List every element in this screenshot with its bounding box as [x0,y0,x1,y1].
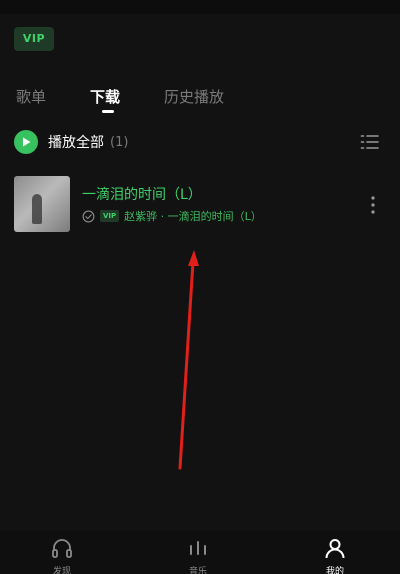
nav-discover-label: 发现 [52,567,71,574]
tab-history[interactable]: 历史播放 [164,86,224,107]
cover-figure [32,194,42,224]
status-bar [0,0,400,14]
song-row[interactable]: 一滴泪的时间（L） VIP 赵紫骅 · 一滴泪的时间（L） [0,170,400,236]
nav-discover[interactable]: 发现 [32,530,92,574]
nav-music-label: 音乐 [188,567,207,574]
play-all-button[interactable]: 播放全部 (1) [14,129,128,155]
song-vip-tag: VIP [100,210,120,222]
tab-active-indicator [102,110,114,113]
song-meta: VIP 赵紫骅 · 一滴泪的时间（L） [82,208,262,224]
album-cover [14,176,70,232]
tab-playlists[interactable]: 歌单 [16,86,46,107]
more-options-icon[interactable] [368,194,378,216]
downloaded-check-icon [82,210,95,222]
song-title: 一滴泪的时间（L） [82,187,202,203]
play-all-label: 播放全部 [48,135,104,151]
nav-mine[interactable]: 我的 [305,530,365,574]
bottom-nav: 发现 音乐 我的 [0,530,400,574]
nav-mine-label: 我的 [325,567,344,574]
vip-badge[interactable]: VIP [14,27,54,51]
play-icon [14,130,38,154]
song-artist-album: 赵紫骅 · 一滴泪的时间（L） [124,210,262,223]
screen: VIP 歌单 下载 历史播放 播放全部 (1) 一滴泪的时间（L） VIP 赵紫… [0,0,400,574]
tab-downloads[interactable]: 下载 [90,86,120,107]
play-all-count: (1) [110,134,129,150]
person-icon [325,539,345,559]
equalizer-icon [190,541,206,555]
headphones-icon [52,539,72,558]
nav-music[interactable]: 音乐 [168,530,228,574]
list-manage-icon[interactable] [360,132,380,152]
